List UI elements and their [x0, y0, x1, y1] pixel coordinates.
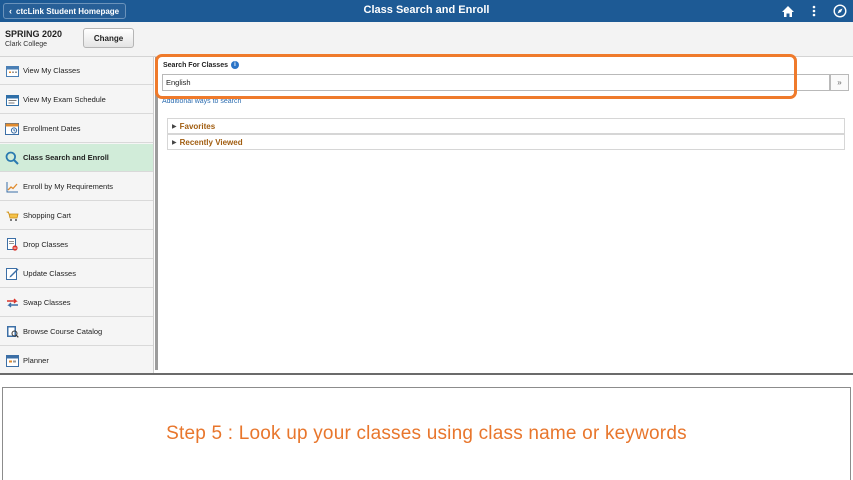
caption-divider	[0, 373, 853, 375]
sidebar-item-label: Drop Classes	[23, 240, 69, 249]
search-icon	[5, 151, 19, 165]
sidebar-item-enrollment-dates[interactable]: Enrollment Dates	[0, 115, 153, 143]
chart-line-icon	[5, 180, 19, 194]
home-icon[interactable]	[780, 3, 796, 19]
enrollment-calendar-icon	[5, 122, 19, 136]
term-school: Clark College	[5, 41, 48, 48]
shopping-cart-icon	[5, 209, 19, 223]
sidebar-scrollbar[interactable]	[155, 57, 158, 370]
caption-box: Step 5 : Look up your classes using clas…	[2, 387, 851, 480]
sidebar-item-label: Shopping Cart	[23, 211, 71, 220]
sidebar-item-label: Enrollment Dates	[23, 124, 81, 133]
search-go-button[interactable]: »	[830, 74, 849, 91]
navbar-compass-icon[interactable]	[832, 3, 848, 19]
update-classes-icon	[5, 267, 19, 281]
sidebar-item-view-my-exam-schedule[interactable]: View My Exam Schedule	[0, 86, 153, 114]
search-highlight-box	[155, 54, 797, 99]
sidebar-item-shopping-cart[interactable]: Shopping Cart	[0, 202, 153, 230]
triangle-right-icon: ▶	[172, 139, 177, 146]
swap-arrows-icon	[5, 296, 19, 310]
step-caption: Step 5 : Look up your classes using clas…	[166, 423, 687, 444]
exam-calendar-icon	[5, 93, 19, 107]
recently-viewed-section[interactable]: ▶ Recently Viewed	[167, 134, 845, 150]
term-name: SPRING 2020	[5, 29, 63, 39]
more-options-icon[interactable]	[806, 3, 822, 19]
recently-viewed-label: Recently Viewed	[179, 137, 243, 147]
main-content: Search For Classes i » Additional ways t…	[160, 57, 853, 373]
top-header-bar: ‹ ctcLink Student Homepage Class Search …	[0, 0, 853, 22]
sidebar-item-label: View My Classes	[23, 66, 80, 75]
sidebar-item-browse-course-catalog[interactable]: Browse Course Catalog	[0, 318, 153, 346]
sidebar-item-drop-classes[interactable]: Drop Classes	[0, 231, 153, 259]
sidebar-nav: View My Classes View My Exam Schedule En…	[0, 57, 154, 375]
sidebar-item-label: Update Classes	[23, 269, 76, 278]
calendar-icon	[5, 64, 19, 78]
sidebar-item-label: Swap Classes	[23, 298, 71, 307]
sidebar-item-label: Class Search and Enroll	[23, 153, 109, 162]
drop-classes-icon	[5, 238, 19, 252]
sidebar-item-planner[interactable]: Planner	[0, 347, 153, 375]
change-term-button[interactable]: Change	[83, 28, 134, 48]
sidebar-item-label: Planner	[23, 356, 49, 365]
favorites-section[interactable]: ▶ Favorites	[167, 118, 845, 134]
sidebar-item-label: View My Exam Schedule	[23, 95, 106, 104]
sidebar-item-class-search-and-enroll[interactable]: Class Search and Enroll	[0, 144, 153, 172]
additional-ways-to-search-link[interactable]: Additional ways to search	[162, 98, 241, 105]
planner-icon	[5, 354, 19, 368]
sidebar-item-update-classes[interactable]: Update Classes	[0, 260, 153, 288]
sidebar-item-enroll-by-my-requirements[interactable]: Enroll by My Requirements	[0, 173, 153, 201]
page-title: Class Search and Enroll	[363, 4, 490, 16]
sidebar-item-label: Enroll by My Requirements	[23, 182, 114, 191]
sidebar-item-swap-classes[interactable]: Swap Classes	[0, 289, 153, 317]
term-bar: SPRING 2020 Clark College Change	[0, 22, 853, 57]
sidebar-item-view-my-classes[interactable]: View My Classes	[0, 57, 153, 85]
catalog-book-icon	[5, 325, 19, 339]
sidebar-item-label: Browse Course Catalog	[23, 327, 103, 336]
triangle-right-icon: ▶	[172, 123, 177, 130]
app-root: ‹ ctcLink Student Homepage Class Search …	[0, 0, 853, 480]
favorites-label: Favorites	[179, 121, 216, 131]
